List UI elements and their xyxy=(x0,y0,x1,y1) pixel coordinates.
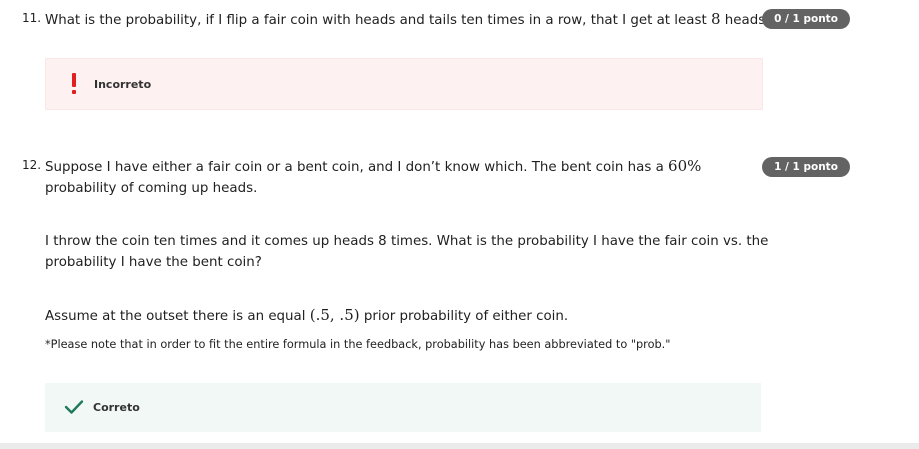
feedback-note: *Please note that in order to fit the en… xyxy=(45,338,671,351)
feedback-label: Incorreto xyxy=(94,77,152,91)
math-value: 60% xyxy=(668,157,702,175)
question-text: What is the probability, if I flip a fai… xyxy=(45,10,773,28)
score-badge: 0 / 1 ponto xyxy=(762,9,850,29)
feedback-incorrect: Incorreto xyxy=(45,58,763,110)
checkmark-icon xyxy=(63,397,85,417)
question-paragraph-2: I throw the coin ten times and it comes … xyxy=(45,234,769,270)
question-paragraph-1: Suppose I have either a fair coin or a b… xyxy=(45,157,702,196)
math-value: (.5, .5) xyxy=(309,306,360,324)
bottom-divider xyxy=(0,443,919,449)
score-badge: 1 / 1 ponto xyxy=(762,157,850,177)
question-paragraph-3: Assume at the outset there is an equal (… xyxy=(45,306,569,324)
math-value: 8 xyxy=(710,10,721,28)
question-number: 12. xyxy=(22,158,42,172)
question-number: 11. xyxy=(22,11,42,25)
feedback-correct: Correto xyxy=(45,383,761,432)
exclamation-icon xyxy=(66,71,82,97)
feedback-label: Correto xyxy=(93,401,140,414)
